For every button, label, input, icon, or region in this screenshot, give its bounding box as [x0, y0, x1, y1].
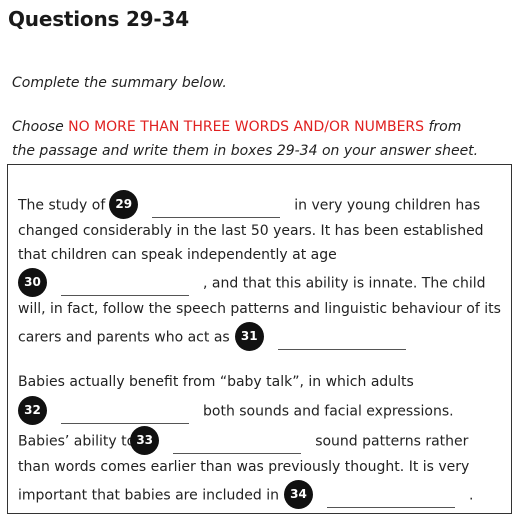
instruction-choose-post: from — [424, 119, 462, 135]
page-title: Questions 29-34 — [8, 7, 189, 31]
instruction-boxes: the passage and write them in boxes 29-3… — [12, 143, 479, 159]
summary-text: both sounds and facial expressions. — [203, 403, 454, 420]
summary-line: important that babies are included in 34. — [18, 480, 474, 509]
summary-text: The study of — [18, 197, 106, 214]
answer-blank-34[interactable] — [327, 506, 456, 508]
instruction-complete: Complete the summary below. — [12, 75, 227, 91]
question-number-34: 34 — [284, 480, 314, 509]
summary-line: that children can speak independently at… — [18, 247, 337, 263]
summary-line: 30 , and that this ability is innate. The… — [18, 268, 486, 297]
summary-text: in very young children has — [294, 197, 481, 214]
word-limit-text: NO MORE THAN THREE WORDS AND/OR NUMBERS — [68, 119, 425, 135]
summary-text: important that babies are included in — [18, 487, 280, 504]
summary-text: . — [469, 487, 474, 504]
question-number-30: 30 — [18, 268, 47, 297]
instruction-choose-pre: Choose — [12, 119, 69, 135]
instruction-choose: Choose NO MORE THAN THREE WORDS AND/OR N… — [12, 116, 461, 139]
question-number-29: 29 — [109, 190, 139, 219]
summary-text: Babies’ ability to — [18, 433, 136, 450]
summary-line: 32 both sounds and facial expressions. — [18, 396, 454, 425]
summary-line: The study of 29 in very young children has — [18, 190, 481, 219]
answer-blank-31[interactable] — [277, 348, 406, 350]
summary-line: Babies actually benefit from “baby talk”… — [18, 374, 414, 390]
summary-text: , and that this ability is innate. The c… — [203, 275, 486, 292]
summary-line: than words comes earlier than was previo… — [18, 459, 470, 475]
question-number-33: 33 — [130, 426, 160, 455]
summary-line: carers and parents who act as 31 — [18, 322, 420, 351]
question-number-32: 32 — [18, 396, 47, 425]
summary-line: Babies’ ability to33 sound patterns rathe… — [18, 426, 469, 455]
answer-blank-32[interactable] — [61, 422, 189, 424]
summary-line: changed considerably in the last 50 year… — [18, 223, 484, 239]
summary-line: will, in fact, follow the speech pattern… — [18, 301, 501, 317]
summary-text: sound patterns rather — [315, 433, 469, 450]
summary-text: carers and parents who act as — [18, 329, 230, 346]
question-number-31: 31 — [234, 322, 264, 351]
